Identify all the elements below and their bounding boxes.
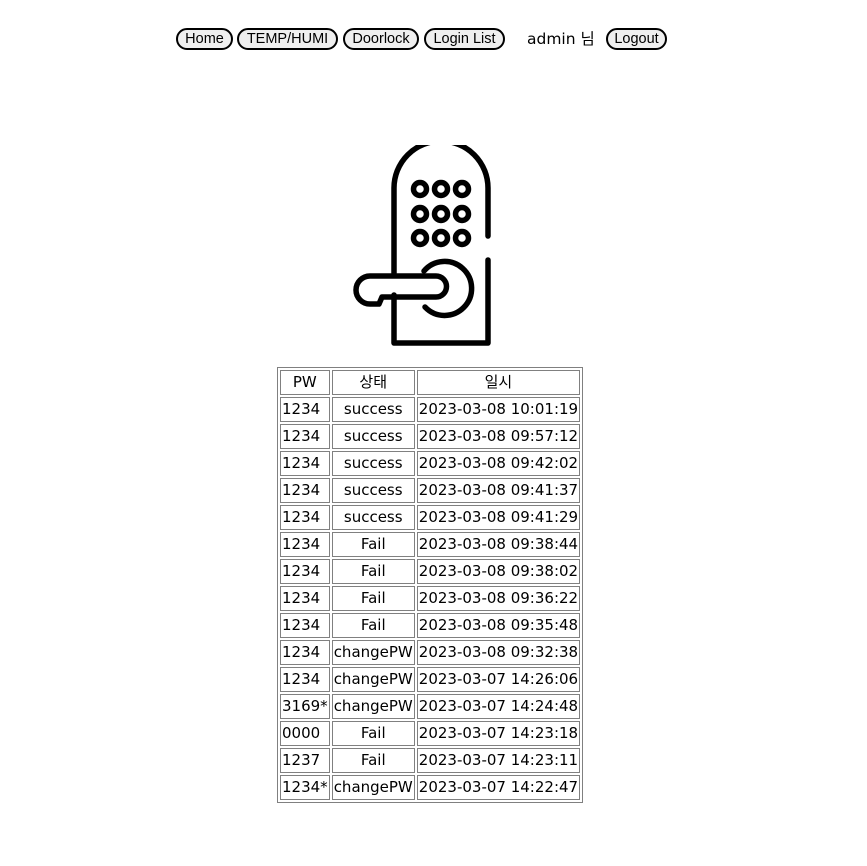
pw-cell: 1234 — [280, 559, 330, 584]
pw-cell: 1234 — [280, 613, 330, 638]
datetime-cell: 2023-03-08 09:57:12 — [416, 424, 581, 449]
pw-cell: 1234 — [280, 586, 330, 611]
datetime-cell: 2023-03-07 14:23:11 — [416, 748, 581, 773]
table-row: 1234 Fail 2023-03-08 09:35:48 — [280, 613, 581, 638]
table-row: 1234 success 2023-03-08 09:42:02 — [280, 451, 581, 476]
datetime-cell: 2023-03-08 09:38:02 — [416, 559, 581, 584]
table-row: 1234 changePW 2023-03-08 09:32:38 — [280, 640, 581, 665]
pw-cell: 1237 — [280, 748, 330, 773]
datetime-cell: 2023-03-08 09:36:22 — [416, 586, 581, 611]
user-greeting: admin 님 — [527, 30, 595, 48]
home-button[interactable]: Home — [176, 28, 233, 50]
table-row: 3169* changePW 2023-03-07 14:24:48 — [280, 694, 581, 719]
datetime-cell: 2023-03-08 09:38:44 — [416, 532, 581, 557]
pw-cell: 1234* — [280, 775, 330, 800]
datetime-cell: 2023-03-08 09:41:29 — [416, 505, 581, 530]
status-cell: Fail — [331, 559, 415, 584]
table-row: 1234 changePW 2023-03-07 14:26:06 — [280, 667, 581, 692]
logout-button[interactable]: Logout — [606, 28, 667, 50]
status-cell: success — [331, 451, 415, 476]
status-cell: Fail — [331, 532, 415, 557]
pw-cell: 1234 — [280, 451, 330, 476]
pw-cell: 1234 — [280, 640, 330, 665]
table-row: 1234 Fail 2023-03-08 09:38:44 — [280, 532, 581, 557]
column-header-status: 상태 — [331, 370, 415, 395]
status-cell: Fail — [331, 721, 415, 746]
pw-cell: 1234 — [280, 505, 330, 530]
column-header-datetime: 일시 — [416, 370, 581, 395]
status-cell: changePW — [331, 775, 415, 800]
table-row: 0000 Fail 2023-03-07 14:23:18 — [280, 721, 581, 746]
table-row: 1234 success 2023-03-08 09:41:37 — [280, 478, 581, 503]
status-cell: changePW — [331, 640, 415, 665]
temp-humi-button[interactable]: TEMP/HUMI — [237, 28, 338, 50]
pw-cell: 0000 — [280, 721, 330, 746]
table-row: 1234 success 2023-03-08 10:01:19 — [280, 397, 581, 422]
table-row: 1234 Fail 2023-03-08 09:36:22 — [280, 586, 581, 611]
table-row: 1234 success 2023-03-08 09:57:12 — [280, 424, 581, 449]
status-cell: success — [331, 397, 415, 422]
pw-cell: 1234 — [280, 397, 330, 422]
table-body: 1234 success 2023-03-08 10:01:19 1234 succes… — [280, 397, 581, 800]
page: Home TEMP/HUMI Doorlock Login List admin… — [0, 0, 867, 866]
datetime-cell: 2023-03-07 14:26:06 — [416, 667, 581, 692]
status-cell: Fail — [331, 586, 415, 611]
datetime-cell: 2023-03-07 14:23:18 — [416, 721, 581, 746]
status-cell: changePW — [331, 694, 415, 719]
pw-cell: 3169* — [280, 694, 330, 719]
column-header-pw: PW — [280, 370, 330, 395]
datetime-cell: 2023-03-08 09:41:37 — [416, 478, 581, 503]
table-row: 1234 success 2023-03-08 09:41:29 — [280, 505, 581, 530]
datetime-cell: 2023-03-08 10:01:19 — [416, 397, 581, 422]
pw-cell: 1234 — [280, 532, 330, 557]
pw-cell: 1234 — [280, 478, 330, 503]
login-log-table: PW 상태 일시 1234 success 2023-03-08 10:01:19 1… — [277, 367, 584, 803]
top-nav: Home TEMP/HUMI Doorlock Login List admin… — [0, 28, 867, 52]
status-cell: changePW — [331, 667, 415, 692]
datetime-cell: 2023-03-07 14:24:48 — [416, 694, 581, 719]
status-cell: success — [331, 424, 415, 449]
table-header-row: PW 상태 일시 — [280, 370, 581, 395]
pw-cell: 1234 — [280, 424, 330, 449]
pw-cell: 1234 — [280, 667, 330, 692]
table-row: 1234 Fail 2023-03-08 09:38:02 — [280, 559, 581, 584]
status-cell: success — [331, 478, 415, 503]
table-row: 1234* changePW 2023-03-07 14:22:47 — [280, 775, 581, 800]
status-cell: success — [331, 505, 415, 530]
datetime-cell: 2023-03-08 09:32:38 — [416, 640, 581, 665]
doorlock-button[interactable]: Doorlock — [343, 28, 419, 50]
datetime-cell: 2023-03-08 09:35:48 — [416, 613, 581, 638]
datetime-cell: 2023-03-07 14:22:47 — [416, 775, 581, 800]
datetime-cell: 2023-03-08 09:42:02 — [416, 451, 581, 476]
login-list-button[interactable]: Login List — [424, 28, 505, 50]
table-row: 1237 Fail 2023-03-07 14:23:11 — [280, 748, 581, 773]
door-lock-icon — [353, 145, 491, 346]
status-cell: Fail — [331, 748, 415, 773]
status-cell: Fail — [331, 613, 415, 638]
